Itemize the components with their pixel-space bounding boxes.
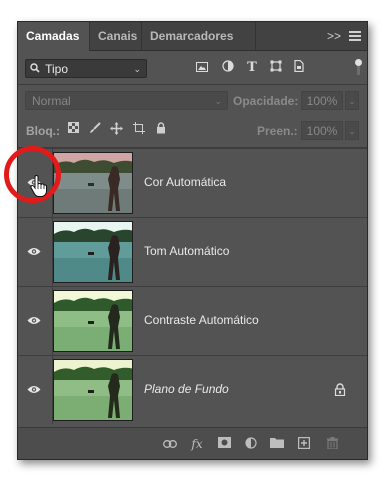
visibility-toggle[interactable]	[18, 287, 53, 355]
adjustment-filter-icon[interactable]	[220, 60, 236, 76]
fx-icon[interactable]: fx	[190, 437, 204, 451]
collapse-icon[interactable]: >>	[327, 22, 341, 50]
new-layer-icon[interactable]	[297, 437, 311, 451]
blend-mode-value: Normal	[32, 94, 71, 108]
trash-icon[interactable]	[325, 437, 339, 451]
eye-icon	[27, 248, 41, 255]
smart-object-filter-icon[interactable]	[291, 59, 307, 76]
eye-icon	[27, 317, 41, 324]
fill-label: Preen.:	[257, 124, 298, 138]
lock-icon	[334, 383, 346, 396]
chevron-down-icon: ⌄	[133, 64, 141, 74]
tab-camadas[interactable]: Camadas	[18, 22, 90, 51]
lock-label: Bloq.:	[26, 124, 60, 138]
filter-type-value: Tipo	[45, 62, 69, 76]
type-filter-icon[interactable]: T	[244, 60, 260, 76]
mask-icon[interactable]	[217, 437, 231, 451]
folder-icon[interactable]	[270, 437, 284, 451]
lock-artboard-icon[interactable]	[132, 122, 146, 136]
panel-footer: fx	[18, 427, 367, 459]
image-filter-icon[interactable]	[194, 60, 210, 76]
search-icon	[30, 60, 40, 79]
layer-thumbnail[interactable]	[53, 221, 133, 283]
hand-cursor-icon	[30, 175, 47, 197]
layer-row-plano-de-fundo[interactable]: Plano de Fundo	[18, 355, 367, 424]
layer-row-cor-automatica[interactable]: Cor Automática	[18, 148, 367, 217]
layer-row-contraste-automatico[interactable]: Contraste Automático	[18, 286, 367, 355]
lock-all-icon[interactable]	[154, 122, 168, 136]
visibility-toggle[interactable]	[18, 218, 53, 286]
layer-thumbnail[interactable]	[53, 290, 133, 352]
chevron-down-icon: ⌄	[214, 96, 222, 106]
tab-canais[interactable]: Canais	[90, 22, 142, 50]
shape-filter-icon[interactable]	[268, 60, 284, 76]
fill-dropdown-icon[interactable]: ⌄	[345, 121, 359, 140]
layer-name[interactable]: Contraste Automático	[144, 313, 259, 327]
layers-panel: Camadas Canais Demarcadores >> Tipo ⌄ T …	[17, 21, 368, 460]
filter-toggle[interactable]	[355, 59, 362, 76]
filter-type-select[interactable]: Tipo ⌄	[25, 59, 147, 78]
fill-field[interactable]: 100%	[301, 121, 343, 140]
opacity-field[interactable]: 100%	[301, 91, 343, 110]
link-icon[interactable]	[163, 437, 177, 451]
lock-transparent-pixels-icon[interactable]	[66, 122, 80, 136]
visibility-toggle[interactable]	[18, 356, 53, 424]
layer-row-tom-automatico[interactable]: Tom Automático	[18, 217, 367, 286]
opacity-dropdown-icon[interactable]: ⌄	[345, 91, 359, 110]
layer-name[interactable]: Plano de Fundo	[144, 382, 229, 396]
panel-menu-icon[interactable]	[349, 31, 361, 41]
eye-icon	[27, 386, 41, 393]
layer-thumbnail[interactable]	[53, 359, 133, 421]
blend-mode-select[interactable]: Normal ⌄	[25, 91, 228, 110]
lock-position-icon[interactable]	[109, 122, 123, 136]
layer-thumbnail[interactable]	[53, 152, 133, 214]
layer-name[interactable]: Cor Automática	[144, 175, 226, 189]
lock-image-pixels-icon[interactable]	[88, 122, 102, 136]
tab-bar: Camadas Canais Demarcadores >>	[18, 22, 367, 51]
opacity-label: Opacidade:	[233, 94, 299, 108]
layer-name[interactable]: Tom Automático	[144, 244, 229, 258]
adjustment-layer-icon[interactable]	[244, 437, 258, 451]
tab-demarcadores[interactable]: Demarcadores	[142, 22, 256, 50]
